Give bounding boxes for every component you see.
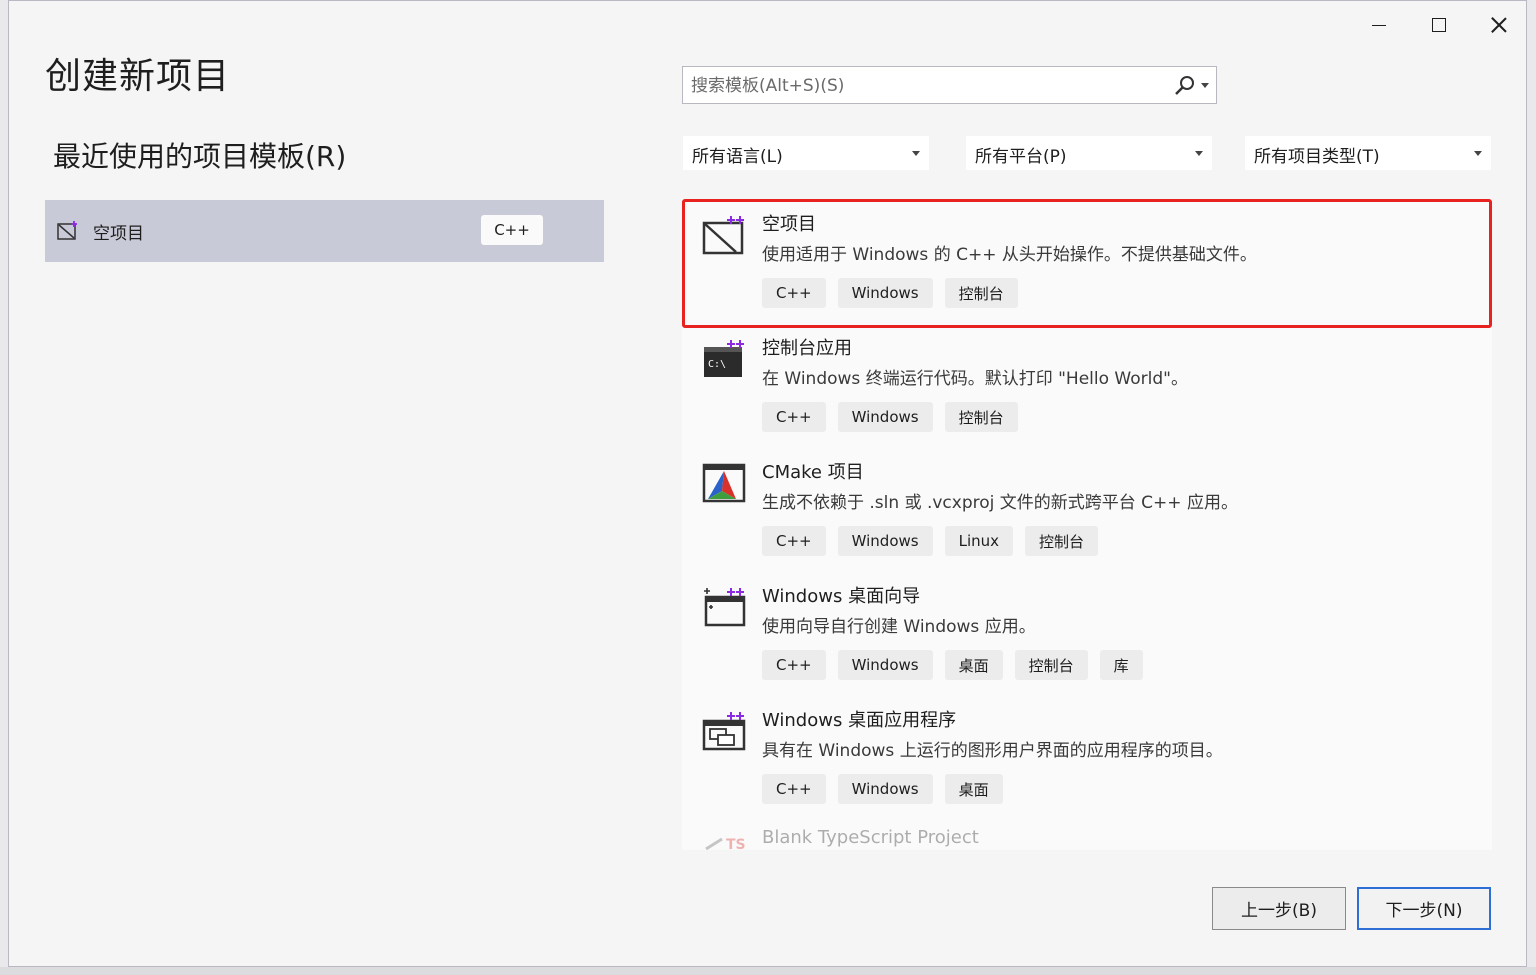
template-tag: Windows [837,278,933,308]
template-tag: C++ [762,526,826,556]
template-item-empty-project[interactable]: 空项目 使用适用于 Windows 的 C++ 从头开始操作。不提供基础文件。 … [682,199,1492,323]
chevron-down-icon [1474,151,1482,156]
search-options-chevron-down-icon[interactable] [1201,83,1209,88]
maximize-icon [1432,18,1446,32]
template-item-cmake-project[interactable]: CMake 项目 生成不依赖于 .sln 或 .vcxproj 文件的新式跨平台… [682,447,1492,571]
chevron-down-icon [1195,151,1203,156]
empty-project-icon [57,221,77,240]
page-title: 创建新项目 [45,56,231,97]
maximize-button[interactable] [1419,11,1459,39]
template-description: 使用适用于 Windows 的 C++ 从头开始操作。不提供基础文件。 [762,245,1257,265]
close-button[interactable] [1479,11,1519,39]
desktop-app-icon [702,712,746,751]
language-filter-label: 所有语言(L) [692,147,783,167]
chevron-down-icon [912,151,920,156]
template-tag: C++ [762,650,826,680]
close-icon [1491,17,1507,33]
template-tag: 库 [1099,650,1143,680]
template-title: 空项目 [762,214,816,235]
recent-item-label: 空项目 [93,223,144,244]
template-tag: Linux [944,526,1014,556]
template-tag: Windows [837,402,933,432]
template-description: 在 Windows 终端运行代码。默认打印 "Hello World"。 [762,369,1188,389]
template-description: 具有在 Windows 上运行的图形用户界面的应用程序的项目。 [762,741,1223,761]
next-button[interactable]: 下一步(N) [1357,887,1491,930]
recent-templates-heading: 最近使用的项目模板(R) [53,140,347,173]
typescript-icon: TS [705,837,746,850]
template-item-blank-typescript[interactable]: TS Blank TypeScript Project [682,819,1492,850]
platform-filter-dropdown[interactable]: 所有平台(P) [966,136,1212,170]
project-type-filter-dropdown[interactable]: 所有项目类型(T) [1245,136,1491,170]
platform-filter-label: 所有平台(P) [975,147,1067,167]
template-title: 控制台应用 [762,338,852,359]
project-type-filter-label: 所有项目类型(T) [1254,147,1380,167]
search-input[interactable] [689,72,1153,100]
template-title: Blank TypeScript Project [762,827,979,848]
minimize-icon [1372,24,1386,26]
template-tag: 控制台 [944,278,1018,308]
template-tag: 控制台 [944,402,1018,432]
template-tag: 控制台 [1025,526,1099,556]
empty-project-icon [702,216,744,255]
template-tag: C++ [762,774,826,804]
cmake-icon [702,463,746,503]
template-tag: Windows [837,526,933,556]
template-tag: C++ [762,278,826,308]
recent-item-tag: C++ [481,215,543,245]
svg-text:TS: TS [726,837,746,850]
template-title: Windows 桌面向导 [762,586,921,607]
template-item-desktop-wizard[interactable]: Windows 桌面向导 使用向导自行创建 Windows 应用。 C++ Wi… [682,571,1492,695]
template-title: CMake 项目 [762,462,864,483]
template-tag: 桌面 [944,774,1003,804]
recent-template-item[interactable]: 空项目 C++ [45,200,604,262]
create-project-dialog: 创建新项目 最近使用的项目模板(R) 空项目 C++ 所有语言(L) 所有平台(… [8,0,1527,967]
desktop-wizard-icon [704,588,746,627]
back-button[interactable]: 上一步(B) [1212,887,1346,930]
template-tag: Windows [837,774,933,804]
template-item-desktop-app[interactable]: Windows 桌面应用程序 具有在 Windows 上运行的图形用户界面的应用… [682,695,1492,819]
svg-text:C:\: C:\ [708,359,726,370]
template-description: 生成不依赖于 .sln 或 .vcxproj 文件的新式跨平台 C++ 应用。 [762,493,1238,513]
template-item-console-app[interactable]: C:\ 控制台应用 在 Windows 终端运行代码。默认打印 "Hello W… [682,323,1492,447]
template-tag: C++ [762,402,826,432]
template-tag: Windows [837,650,933,680]
template-tag: 控制台 [1014,650,1088,680]
template-list[interactable]: 空项目 使用适用于 Windows 的 C++ 从头开始操作。不提供基础文件。 … [682,199,1492,850]
template-tag: 桌面 [944,650,1003,680]
template-description: 使用向导自行创建 Windows 应用。 [762,617,1036,637]
minimize-button[interactable] [1359,11,1399,39]
search-icon[interactable] [1173,75,1197,97]
template-search-box[interactable] [682,66,1217,104]
console-app-icon: C:\ [704,340,744,377]
language-filter-dropdown[interactable]: 所有语言(L) [683,136,929,170]
template-title: Windows 桌面应用程序 [762,710,957,731]
background-strip [0,967,1536,975]
